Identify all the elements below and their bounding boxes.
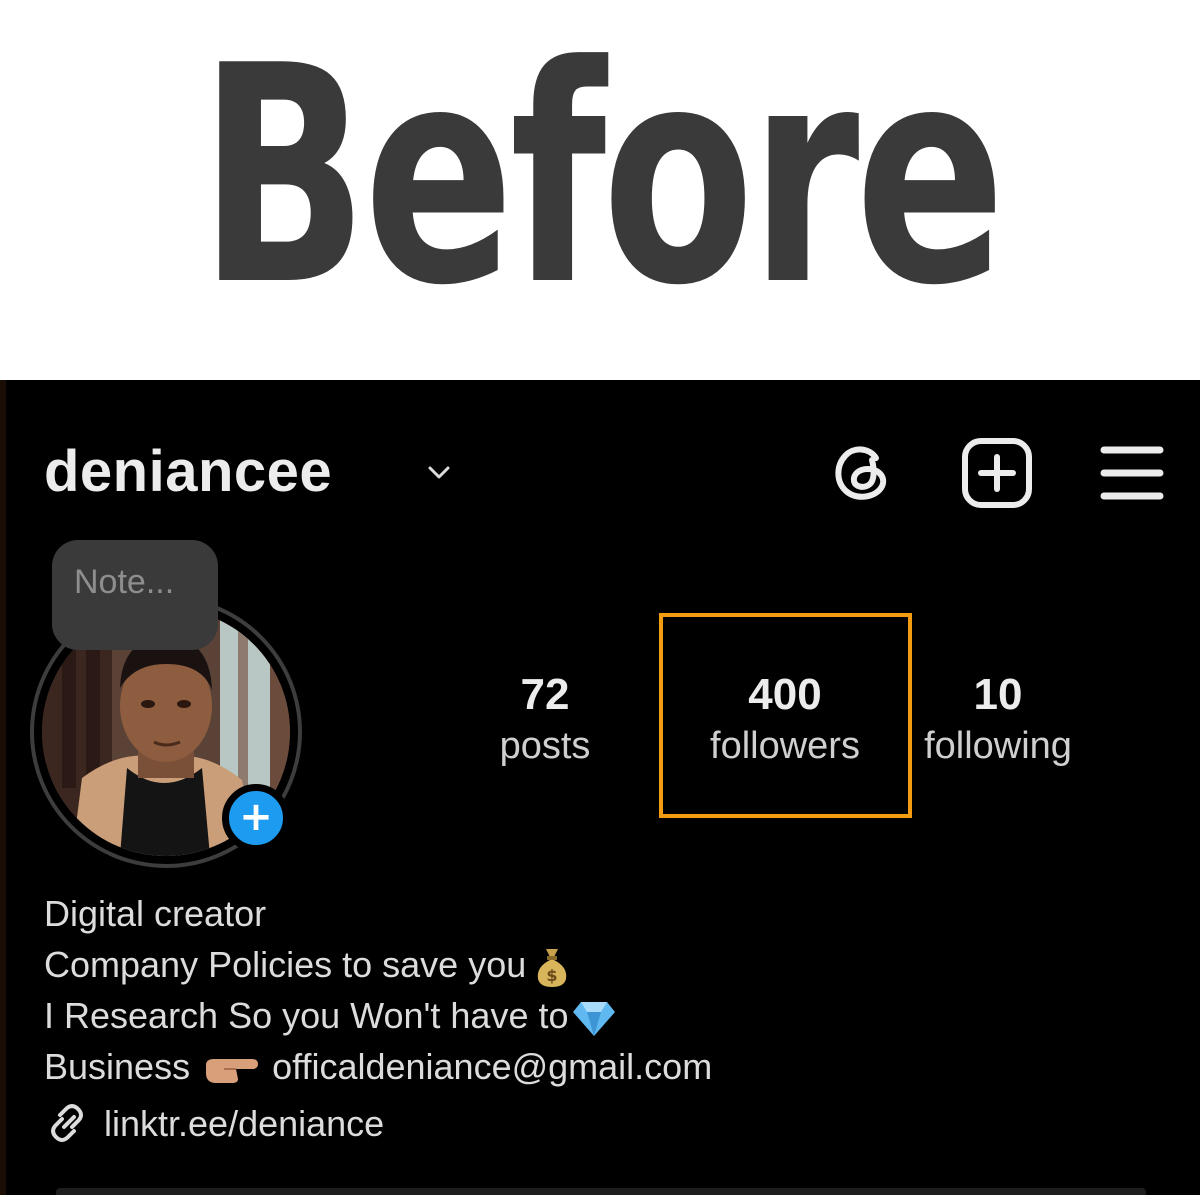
bio-line-business: Business officaldeniance@gmail.com	[44, 1041, 712, 1092]
bio-category: Digital creator	[44, 893, 267, 934]
bio-business-label: Business	[44, 1046, 191, 1087]
posts-label: posts	[499, 725, 591, 767]
pointing-hand-emoji	[206, 1059, 259, 1084]
menu-icon[interactable]	[1098, 436, 1166, 510]
screen-edge	[0, 380, 6, 1195]
bio-policies-text: Company Policies to save you	[44, 944, 527, 985]
username-switcher[interactable]: deniancee	[44, 440, 332, 504]
add-story-button[interactable]: +	[222, 784, 290, 852]
profile-link-row[interactable]: linktr.ee/deniance	[44, 1102, 384, 1146]
profile-link[interactable]: linktr.ee/deniance	[104, 1103, 384, 1144]
following-label: following	[924, 725, 1072, 767]
plus-icon: +	[239, 793, 273, 840]
bio-research-text: I Research So you Won't have to	[44, 995, 569, 1036]
money-bag-emoji: $	[538, 949, 567, 988]
note-bubble[interactable]: Note...	[52, 540, 218, 650]
chevron-down-icon[interactable]	[424, 458, 454, 488]
link-icon	[51, 1104, 83, 1143]
create-post-icon[interactable]	[960, 436, 1034, 510]
edit-profile-button-edge[interactable]	[56, 1188, 1146, 1195]
followers-highlight-box	[659, 613, 912, 818]
note-placeholder: Note...	[74, 563, 175, 601]
following-count: 10	[973, 670, 1023, 719]
bio: Digital creator Company Policies to save…	[44, 888, 712, 1092]
profile-screen: deniancee Note... + 72 posts 400 followe…	[0, 380, 1200, 1195]
banner-title: Before	[198, 2, 1006, 351]
posts-stat[interactable]: 72 posts	[470, 670, 620, 768]
posts-count: 72	[520, 670, 570, 719]
bio-line-research: I Research So you Won't have to	[44, 990, 712, 1041]
bio-line-policies: Company Policies to save you $	[44, 939, 712, 990]
following-stat[interactable]: 10 following	[910, 670, 1086, 768]
business-email-link[interactable]: officaldeniance@gmail.com	[272, 1046, 712, 1087]
gem-emoji	[572, 1002, 615, 1037]
page: Before deniancee Note... + 72 posts 400 …	[0, 0, 1200, 1195]
threads-icon[interactable]	[826, 436, 896, 506]
before-banner: Before	[0, 0, 1200, 380]
svg-text:$: $	[547, 966, 558, 985]
